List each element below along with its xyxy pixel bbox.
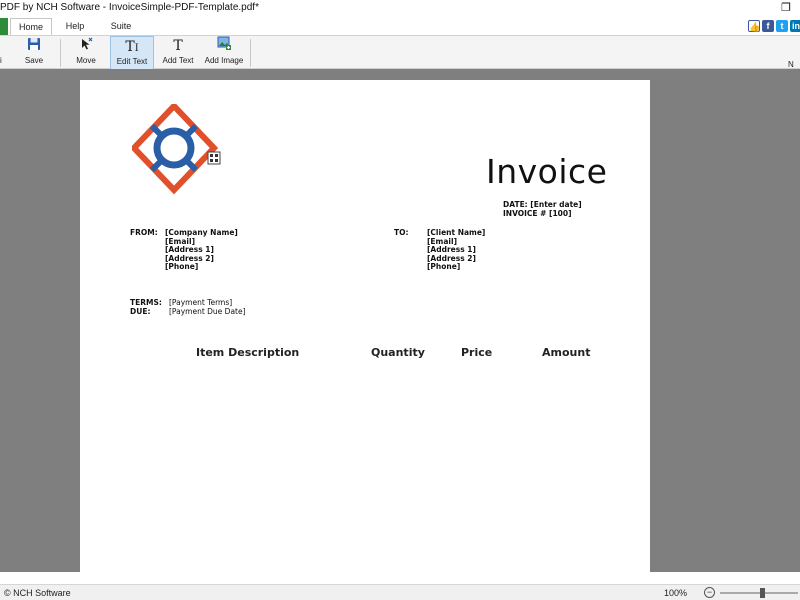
- title-bar: PDF by NCH Software - InvoiceSimple-PDF-…: [0, 0, 800, 18]
- due-value[interactable]: [Payment Due Date]: [169, 307, 246, 317]
- ribbon-tab-bar: Home Help Suite: [0, 18, 800, 36]
- column-header-quantity[interactable]: Quantity: [371, 346, 425, 359]
- edit-text-button[interactable]: TI Edit Text: [110, 36, 154, 70]
- tab-help[interactable]: Help: [52, 18, 98, 35]
- zoom-out-button[interactable]: −: [704, 587, 715, 598]
- invoice-heading[interactable]: Invoice: [486, 152, 607, 191]
- move-label: Move: [76, 56, 96, 65]
- due-label: DUE:: [130, 307, 151, 316]
- status-bar: © NCH Software 100% −: [0, 584, 800, 600]
- app-menu-button[interactable]: [0, 18, 8, 35]
- tab-home[interactable]: Home: [10, 18, 52, 36]
- add-image-icon: [202, 36, 246, 56]
- zoom-slider-thumb[interactable]: [760, 588, 766, 598]
- zoom-level: 100%: [664, 588, 688, 598]
- facebook-icon[interactable]: f: [762, 20, 774, 32]
- twitter-icon[interactable]: t: [776, 20, 788, 32]
- to-line[interactable]: [Phone]: [427, 263, 485, 272]
- from-address-block[interactable]: [Company Name] [Email] [Address 1] [Addr…: [165, 228, 238, 272]
- add-text-label: Add Text: [162, 56, 194, 65]
- linkedin-icon[interactable]: in: [790, 20, 800, 32]
- move-cursor-icon: [68, 36, 104, 56]
- company-logo: [132, 104, 221, 195]
- invoice-number-field[interactable]: INVOICE # [100]: [503, 209, 572, 219]
- toolbar-right-stub: N: [788, 60, 794, 69]
- add-image-button[interactable]: Add Image: [202, 36, 246, 70]
- from-label: FROM:: [130, 228, 158, 237]
- window-title: PDF by NCH Software - InvoiceSimple-PDF-…: [0, 2, 259, 13]
- add-text-button[interactable]: T Add Text: [158, 36, 198, 70]
- like-icon[interactable]: 👍: [748, 20, 760, 32]
- ribbon-toolbar: i Save Move TI Edit Text T Add Text Add …: [0, 35, 800, 70]
- from-line[interactable]: [Phone]: [165, 263, 238, 272]
- toolbar-separator: [250, 39, 251, 67]
- document-workspace[interactable]: Invoice DATE: [Enter date] INVOICE # [10…: [0, 69, 800, 572]
- copyright-text: © NCH Software: [4, 588, 71, 598]
- edit-text-label: Edit Text: [116, 57, 148, 66]
- toolbar-separator: [60, 39, 61, 67]
- to-label: TO:: [394, 228, 409, 237]
- zoom-slider[interactable]: [720, 588, 798, 598]
- save-button[interactable]: Save: [18, 36, 50, 70]
- add-image-label: Add Image: [204, 56, 244, 65]
- floppy-disk-icon: [18, 36, 50, 56]
- column-header-amount[interactable]: Amount: [542, 346, 590, 359]
- pdf-page[interactable]: Invoice DATE: [Enter date] INVOICE # [10…: [80, 80, 650, 572]
- add-text-icon: T: [173, 38, 183, 54]
- restore-window-button[interactable]: ❐: [778, 0, 794, 16]
- column-header-price[interactable]: Price: [461, 346, 492, 359]
- tab-suite[interactable]: Suite: [98, 18, 144, 35]
- toolbar-left-stub: i: [0, 56, 2, 65]
- move-button[interactable]: Move: [68, 36, 104, 70]
- save-label: Save: [24, 56, 44, 65]
- to-address-block[interactable]: [Client Name] [Email] [Address 1] [Addre…: [427, 228, 485, 272]
- column-header-item-description[interactable]: Item Description: [196, 346, 299, 359]
- edit-text-icon: TI: [125, 39, 139, 55]
